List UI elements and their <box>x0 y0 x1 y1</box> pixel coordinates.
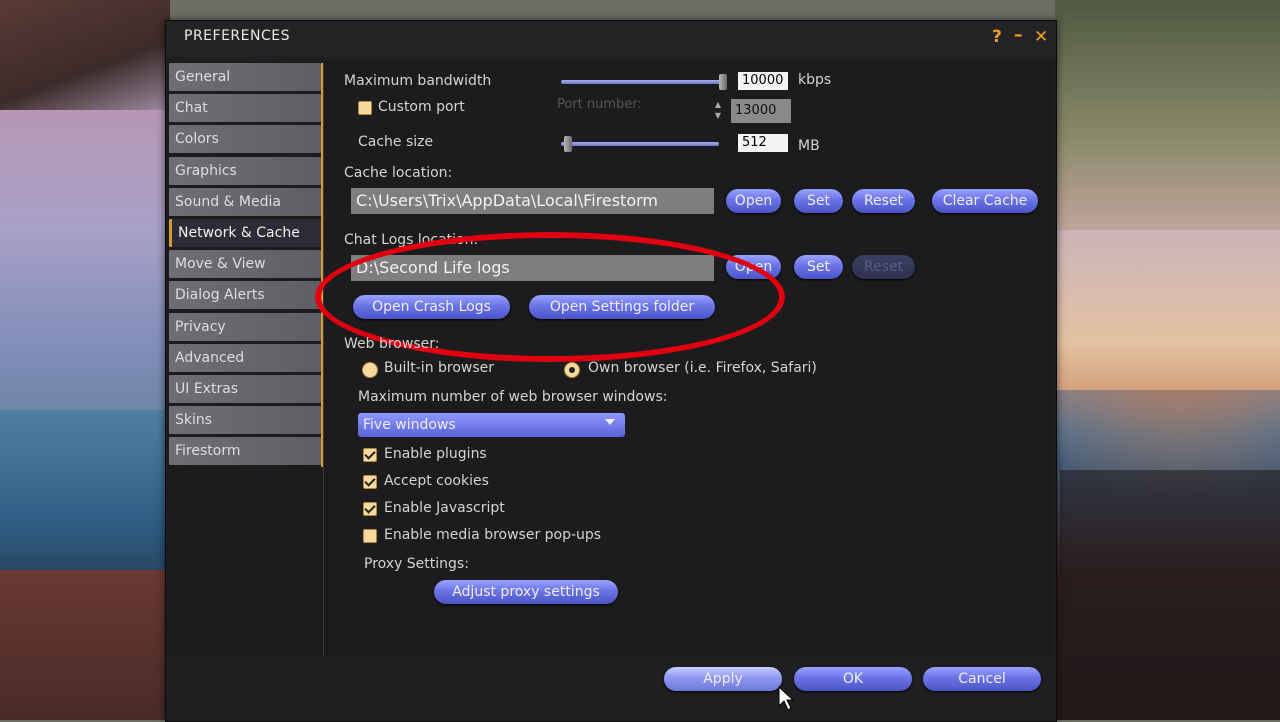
ok-button[interactable]: OK <box>794 667 912 691</box>
sidebar: General Chat Colors Graphics Sound & Media Ne… <box>169 63 321 468</box>
sidebar-item-skins[interactable]: Skins <box>169 406 321 435</box>
own-browser-label: Own browser (i.e. Firefox, Safari) <box>588 360 817 376</box>
proxy-settings-label: Proxy Settings: <box>364 556 469 572</box>
port-number-input[interactable]: 13000 <box>731 99 791 123</box>
enable-javascript-label: Enable Javascript <box>384 500 505 516</box>
chat-logs-set-button[interactable]: Set <box>794 255 843 279</box>
chevron-down-icon <box>605 419 615 425</box>
web-browser-label: Web browser: <box>344 336 440 352</box>
enable-popups-checkbox[interactable] <box>363 529 377 543</box>
cache-reset-button[interactable]: Reset <box>852 189 915 213</box>
cache-size-input[interactable]: 512 <box>738 134 788 152</box>
preferences-body: General Chat Colors Graphics Sound & Media Ne… <box>166 61 1054 657</box>
own-browser-radio[interactable] <box>564 362 580 378</box>
chat-logs-reset-button[interactable]: Reset <box>852 255 915 279</box>
close-icon[interactable]: ✕ <box>1034 27 1048 47</box>
background-scene-left-sky <box>0 110 170 410</box>
sidebar-item-ui-extras[interactable]: UI Extras <box>169 374 321 403</box>
builtin-browser-label: Built-in browser <box>384 360 495 376</box>
enable-plugins-checkbox[interactable] <box>363 448 377 462</box>
window-title: PREFERENCES <box>184 28 290 44</box>
clear-cache-button[interactable]: Clear Cache <box>932 189 1038 213</box>
sidebar-item-colors[interactable]: Colors <box>169 125 321 154</box>
cache-location-field[interactable]: C:\Users\Trix\AppData\Local\Firestorm <box>351 188 714 214</box>
port-number-label: Port number: <box>557 97 642 112</box>
custom-port-checkbox[interactable] <box>358 101 372 115</box>
port-spinner-icon[interactable]: ▲ ▼ <box>711 99 725 123</box>
enable-javascript-checkbox[interactable] <box>363 502 377 516</box>
sidebar-item-general[interactable]: General <box>169 63 321 91</box>
panel-divider <box>323 61 324 657</box>
help-icon[interactable]: ? <box>992 27 1002 47</box>
max-browser-windows-dropdown[interactable]: Five windows <box>358 413 625 437</box>
cache-location-label: Cache location: <box>344 165 453 181</box>
background-scene-left-top <box>0 0 170 110</box>
cache-size-slider[interactable] <box>561 142 719 146</box>
sidebar-item-graphics[interactable]: Graphics <box>169 156 321 185</box>
bandwidth-slider-handle[interactable] <box>719 74 727 90</box>
background-chat-panel <box>1060 470 1280 720</box>
sidebar-item-chat[interactable]: Chat <box>169 94 321 123</box>
mouse-cursor-icon <box>778 686 794 711</box>
background-scene-left-floor <box>0 570 170 720</box>
bandwidth-input[interactable]: 10000 <box>738 72 788 90</box>
sidebar-item-privacy[interactable]: Privacy <box>169 312 321 341</box>
bandwidth-unit: kbps <box>798 72 832 88</box>
cache-size-slider-handle[interactable] <box>564 136 573 152</box>
bandwidth-label: Maximum bandwidth <box>344 73 492 89</box>
builtin-browser-radio[interactable] <box>362 362 378 378</box>
open-crash-logs-button[interactable]: Open Crash Logs <box>353 295 510 319</box>
chat-logs-location-field[interactable]: D:\Second Life logs <box>351 255 714 281</box>
open-settings-folder-button[interactable]: Open Settings folder <box>529 295 715 319</box>
custom-port-label: Custom port <box>378 99 465 115</box>
minimize-icon[interactable]: – <box>1014 25 1023 45</box>
max-browser-windows-value: Five windows <box>363 417 456 433</box>
background-scene-right-top <box>1055 0 1280 230</box>
enable-plugins-label: Enable plugins <box>384 446 487 462</box>
max-browser-windows-label: Maximum number of web browser windows: <box>358 389 668 405</box>
accept-cookies-label: Accept cookies <box>384 473 489 489</box>
apply-button[interactable]: Apply <box>664 667 782 691</box>
accept-cookies-checkbox[interactable] <box>363 475 377 489</box>
cache-set-button[interactable]: Set <box>794 189 843 213</box>
cache-size-label: Cache size <box>358 134 434 150</box>
sidebar-item-firestorm[interactable]: Firestorm <box>169 437 321 466</box>
sidebar-item-advanced[interactable]: Advanced <box>169 343 321 372</box>
adjust-proxy-settings-button[interactable]: Adjust proxy settings <box>434 580 618 604</box>
cache-size-unit: MB <box>798 138 820 154</box>
background-scene-left-sea <box>0 410 170 590</box>
chat-logs-location-label: Chat Logs location: <box>344 232 479 248</box>
bandwidth-slider[interactable] <box>561 80 726 84</box>
sidebar-item-dialog-alerts[interactable]: Dialog Alerts <box>169 281 321 310</box>
sidebar-item-sound-media[interactable]: Sound & Media <box>169 187 321 216</box>
cache-open-button[interactable]: Open <box>726 189 781 213</box>
sidebar-item-move-view[interactable]: Move & View <box>169 250 321 279</box>
chat-logs-open-button[interactable]: Open <box>726 255 781 279</box>
sidebar-item-network-cache[interactable]: Network & Cache <box>169 218 321 247</box>
cancel-button[interactable]: Cancel <box>923 667 1041 691</box>
title-bar[interactable]: PREFERENCES ? – ✕ <box>166 21 1056 57</box>
preferences-dialog: PREFERENCES ? – ✕ General Chat Colors Graph… <box>165 20 1057 722</box>
background-scene-right-sky <box>1055 230 1280 390</box>
enable-popups-label: Enable media browser pop-ups <box>384 527 602 543</box>
